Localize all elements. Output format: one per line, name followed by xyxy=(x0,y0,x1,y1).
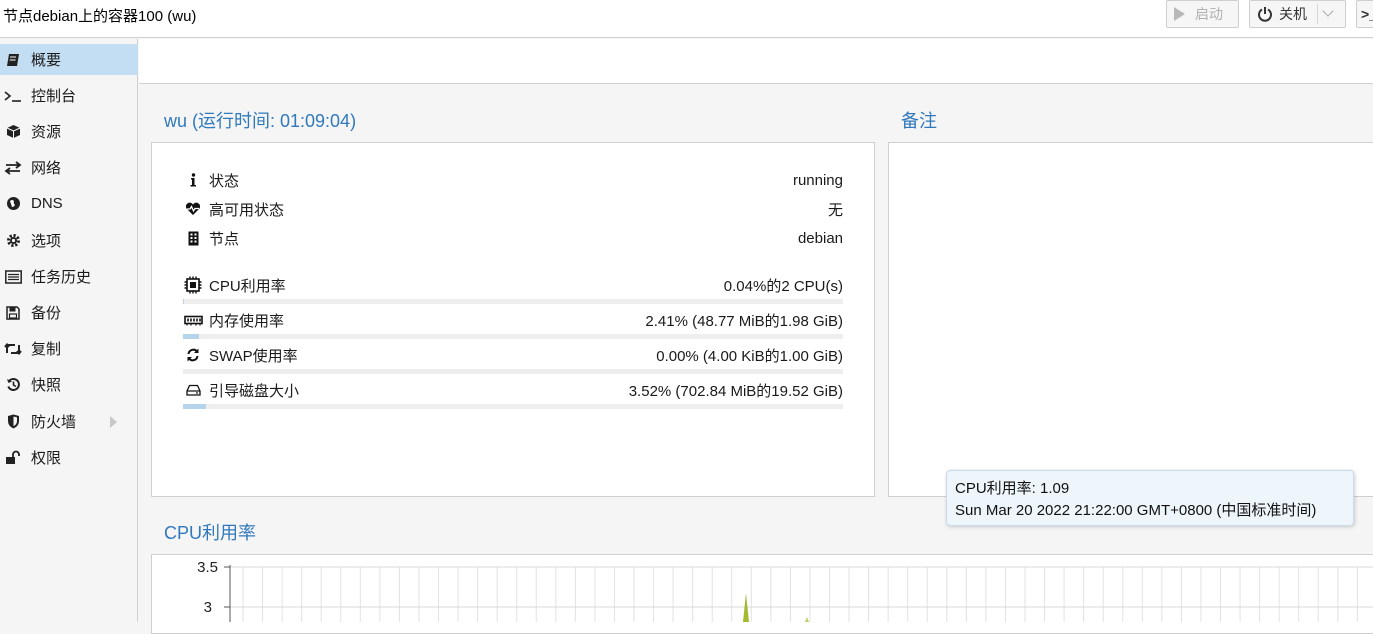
tooltip-value: CPU利用率: 1.09 xyxy=(955,478,1345,500)
chevron-down-icon[interactable] xyxy=(1322,5,1333,16)
shield-icon xyxy=(4,414,22,429)
swap-usage-row: SWAP使用率 0.00% (4.00 KiB的1.00 GiB) xyxy=(183,344,843,366)
hdd-icon xyxy=(183,384,203,396)
info-icon xyxy=(183,173,203,187)
sidebar-item-dns[interactable]: DNS xyxy=(0,188,138,219)
sidebar-item-firewall[interactable]: 防火墙 xyxy=(0,406,138,437)
submenu-arrow-icon xyxy=(110,416,117,428)
heartbeat-icon xyxy=(183,202,203,216)
unlock-icon xyxy=(4,450,22,465)
exchange-icon xyxy=(4,161,22,175)
gear-icon xyxy=(4,233,22,248)
console-button-label: >_ xyxy=(1361,6,1373,22)
sidebar: 概要 控制台 资源 网络 DNS 选项 任务历史 xyxy=(0,39,138,622)
play-icon xyxy=(1174,7,1185,21)
console-button[interactable]: >_ xyxy=(1356,0,1373,28)
start-button[interactable]: 启动 xyxy=(1166,0,1239,28)
shutdown-button-label: 关机 xyxy=(1279,4,1307,24)
sidebar-item-task-history[interactable]: 任务历史 xyxy=(0,261,138,292)
shutdown-button[interactable]: 关机 xyxy=(1249,0,1346,28)
page-title: 节点debian上的容器100 (wu) xyxy=(3,5,196,26)
bootdisk-row: 引导磁盘大小 3.52% (702.84 MiB的19.52 GiB) xyxy=(183,379,843,401)
window-titlebar: 节点debian上的容器100 (wu) 启动 关机 >_ xyxy=(0,0,1373,38)
ha-status-value: 无 xyxy=(828,199,843,220)
notes-panel-body[interactable] xyxy=(888,142,1373,497)
status-row: 状态 running xyxy=(183,169,843,191)
building-icon xyxy=(183,231,203,246)
floppy-icon xyxy=(4,306,22,320)
cube-icon xyxy=(4,124,22,139)
bootdisk-usage-bar xyxy=(183,404,843,409)
content-toolbar xyxy=(139,39,1373,84)
cpu-series-spike xyxy=(805,617,809,622)
cpu-icon xyxy=(183,276,203,294)
tooltip-timestamp: Sun Mar 20 2022 21:22:00 GMT+0800 (中国标准时… xyxy=(955,500,1345,522)
memory-usage-row: 内存使用率 2.41% (48.77 MiB的1.98 GiB) xyxy=(183,309,843,331)
node-row: 节点 debian xyxy=(183,227,843,249)
chart-tooltip: CPU利用率: 1.09 Sun Mar 20 2022 21:22:00 GM… xyxy=(946,470,1354,526)
sidebar-item-permissions[interactable]: 权限 xyxy=(0,442,138,473)
ha-status-row: 高可用状态 无 xyxy=(183,198,843,220)
memory-icon xyxy=(183,315,203,326)
swap-usage-value: 0.00% (4.00 KiB的1.00 GiB) xyxy=(656,345,843,366)
status-value: running xyxy=(793,172,843,189)
cpu-usage-row: CPU利用率 0.04%的2 CPU(s) xyxy=(183,274,843,296)
start-button-label: 启动 xyxy=(1195,4,1223,24)
cpu-usage-value: 0.04%的2 CPU(s) xyxy=(724,275,843,296)
status-panel-header: wu (运行时间: 01:09:04) xyxy=(151,97,875,142)
refresh-icon xyxy=(183,348,203,362)
status-panel-title: wu (运行时间: 01:09:04) xyxy=(164,107,356,133)
notes-panel-header: 备注 xyxy=(888,97,1373,142)
node-value: debian xyxy=(798,230,843,247)
cpu-chart-title: CPU利用率 xyxy=(164,519,256,545)
bootdisk-value: 3.52% (702.84 MiB的19.52 GiB) xyxy=(629,380,843,401)
retweet-icon xyxy=(4,342,22,356)
y-tick-label: 3.5 xyxy=(197,559,218,576)
globe-icon xyxy=(4,196,22,211)
power-icon xyxy=(1257,6,1273,22)
book-icon xyxy=(4,53,22,67)
y-tick-label: 3 xyxy=(204,599,212,616)
sidebar-item-summary[interactable]: 概要 xyxy=(0,44,138,75)
sidebar-item-resources[interactable]: 资源 xyxy=(0,116,138,147)
history-icon xyxy=(4,377,22,392)
memory-usage-bar-fill xyxy=(183,334,199,339)
cpu-chart[interactable]: 3.5 3 xyxy=(152,555,1373,622)
notes-panel-title: 备注 xyxy=(901,107,937,133)
swap-usage-bar xyxy=(183,369,843,374)
terminal-icon xyxy=(4,89,22,103)
memory-usage-value: 2.41% (48.77 MiB的1.98 GiB) xyxy=(645,310,843,331)
cpu-usage-bar xyxy=(183,299,843,304)
sidebar-item-options[interactable]: 选项 xyxy=(0,225,138,256)
sidebar-item-network[interactable]: 网络 xyxy=(0,152,138,183)
bootdisk-usage-bar-fill xyxy=(183,404,206,409)
chart-grid xyxy=(243,567,1357,622)
sidebar-item-backup[interactable]: 备份 xyxy=(0,297,138,328)
sidebar-item-snapshots[interactable]: 快照 xyxy=(0,369,138,400)
sidebar-item-console[interactable]: 控制台 xyxy=(0,80,138,111)
memory-usage-bar xyxy=(183,334,843,339)
list-icon xyxy=(4,270,22,284)
sidebar-item-replication[interactable]: 复制 xyxy=(0,333,138,364)
